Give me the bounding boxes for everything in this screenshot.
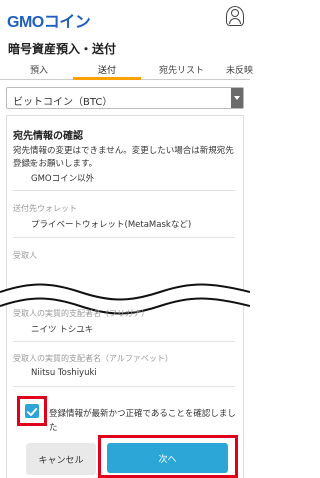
field-value-owner-alpha: Niitsu Toshiyuki: [31, 368, 97, 378]
checkmark-icon: [27, 408, 38, 416]
divider: [13, 386, 235, 387]
cancel-button[interactable]: キャンセル: [26, 443, 96, 475]
field-value-owner-kana: ニイツ トシユキ: [31, 325, 94, 335]
notice-text: 宛先情報の変更はできません。変更したい場合は新規宛先登録をお願いします。: [13, 146, 234, 169]
divider: [13, 190, 235, 191]
field-label-owner-kana: 受取人の実質的支配者名（フリガナ）: [13, 309, 149, 318]
field-label-destination: 送付先: [13, 159, 37, 168]
field-label-wallet: 送付先ウォレット: [13, 204, 77, 213]
agreement-label[interactable]: 登録情報が最新かつ正確であることを確認しました: [49, 407, 239, 435]
next-button[interactable]: 次へ: [107, 443, 228, 473]
app-header: GMOコイン: [0, 0, 250, 36]
panel-title: 宛先情報の確認: [13, 131, 83, 142]
asset-select[interactable]: ビットコイン（BTC）: [6, 87, 244, 109]
user-account-icon[interactable]: [226, 6, 244, 26]
field-value-destination: GMOコイン以外: [31, 174, 95, 184]
field-label-owner-alpha: 受取人の実質的支配者名（アルファベット）: [13, 354, 173, 363]
asset-select-value: ビットコイン（BTC）: [13, 97, 113, 108]
agreement-checkbox[interactable]: [25, 404, 39, 418]
divider: [13, 341, 235, 342]
page-title: 暗号資産預入・送付: [8, 42, 117, 56]
tab-pending[interactable]: 未反映: [226, 63, 253, 76]
field-label-recipient: 受取人: [13, 251, 37, 260]
active-tab-indicator: [73, 77, 141, 80]
chevron-down-icon[interactable]: [231, 88, 243, 108]
field-value-wallet: プライベートウォレット(MetaMaskなど): [31, 220, 192, 230]
tab-address-list[interactable]: 宛先リスト: [159, 63, 204, 76]
gmo-coin-logo[interactable]: GMOコイン: [7, 8, 91, 32]
divider: [13, 237, 235, 238]
tab-send[interactable]: 送付: [98, 63, 116, 76]
tab-deposit[interactable]: 預入: [30, 63, 48, 76]
